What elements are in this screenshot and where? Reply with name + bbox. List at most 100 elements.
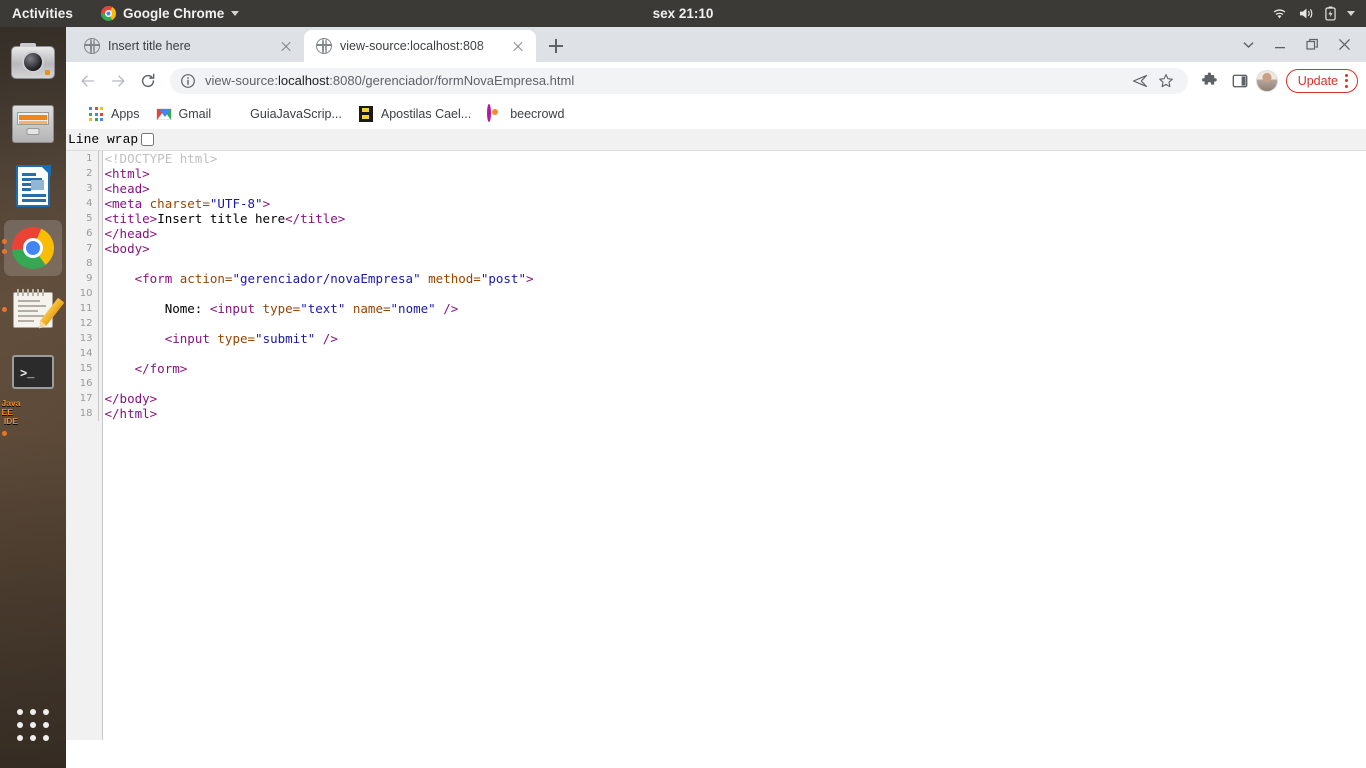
line-content[interactable]: <form action="gerenciador/novaEmpresa" m…: [98, 271, 534, 286]
running-indicator-dot: [2, 249, 7, 254]
new-tab-button[interactable]: [542, 32, 570, 60]
reload-button[interactable]: [134, 67, 162, 95]
line-number: 1: [66, 151, 99, 166]
line-content[interactable]: </body>: [98, 391, 534, 406]
bookmark-gmail[interactable]: Gmail: [148, 103, 220, 125]
info-circle-icon[interactable]: [180, 73, 196, 89]
line-content[interactable]: <meta charset="UTF-8">: [98, 196, 534, 211]
token-tag: </form>: [134, 361, 188, 376]
line-content[interactable]: Nome: <input type="text" name="nome" />: [98, 301, 534, 316]
screen: Activities Google Chrome sex 21:10 >_ Ja…: [0, 0, 1366, 768]
browser-toolbar: view-source:localhost:8080/gerenciador/f…: [66, 62, 1366, 99]
dock-item-files[interactable]: [0, 93, 66, 155]
bookmark-beecrowd[interactable]: beecrowd: [479, 103, 572, 125]
line-content[interactable]: [98, 256, 534, 271]
line-content[interactable]: <html>: [98, 166, 534, 181]
forward-button[interactable]: [104, 67, 132, 95]
source-line: 13 <input type="submit" />: [66, 331, 534, 346]
globe-icon: [316, 38, 332, 54]
profile-avatar[interactable]: [1255, 69, 1278, 92]
share-icon[interactable]: [1128, 69, 1152, 93]
source-line: 4 <meta charset="UTF-8">: [66, 196, 534, 211]
dock-item-eclipse-java-ee-ide[interactable]: Java EE IDE: [0, 398, 66, 465]
url-rest: :8080/gerenciador/formNovaEmpresa.html: [329, 73, 575, 88]
line-wrap-label: Line wrap: [68, 132, 139, 147]
three-dot-menu-icon[interactable]: [1345, 73, 1348, 88]
token-attr: charset=: [149, 196, 210, 211]
line-content[interactable]: <body>: [98, 241, 534, 256]
line-content[interactable]: <!DOCTYPE html>: [98, 151, 534, 166]
dock-item-libreoffice-writer[interactable]: [0, 155, 66, 217]
system-tray[interactable]: [1272, 6, 1355, 21]
bookmark-star-icon[interactable]: [1154, 69, 1178, 93]
tab-insert-title-here[interactable]: Insert title here: [72, 30, 304, 62]
extensions-puzzle-icon[interactable]: [1196, 67, 1224, 95]
chrome-window: Insert title here view-source:localhost:…: [66, 27, 1366, 768]
minimize-window-button[interactable]: [1264, 29, 1296, 61]
volume-icon: [1298, 7, 1314, 20]
window-controls: [1232, 27, 1366, 62]
dock-item-terminal[interactable]: >_: [0, 341, 66, 403]
running-indicator-dot: [2, 239, 7, 244]
close-window-button[interactable]: [1328, 29, 1360, 61]
line-content[interactable]: </html>: [98, 406, 534, 421]
line-number: 18: [66, 406, 99, 421]
line-content[interactable]: [98, 316, 534, 331]
notepad-pencil-icon: [11, 288, 65, 332]
line-content[interactable]: <input type="submit" />: [98, 331, 534, 346]
token-tag: </head>: [104, 226, 158, 241]
tab-strip: Insert title here view-source:localhost:…: [66, 27, 1366, 62]
bookmark-apps[interactable]: Apps: [80, 103, 148, 125]
bookmark-label: Apps: [111, 107, 140, 121]
token-tag: >: [262, 196, 271, 211]
line-content[interactable]: [98, 376, 534, 391]
dock-item-camera[interactable]: [0, 31, 66, 93]
line-number: 2: [66, 166, 99, 181]
token-val: "UTF-8": [209, 196, 263, 211]
line-content[interactable]: <head>: [98, 181, 534, 196]
guia-javascript-icon: [227, 106, 243, 122]
dock-item-text-editor[interactable]: [0, 279, 66, 341]
close-tab-icon[interactable]: [278, 38, 294, 54]
tab-search-chevron-icon[interactable]: [1232, 29, 1264, 61]
activities-button[interactable]: Activities: [12, 6, 73, 21]
line-content[interactable]: <title>Insert title here</title>: [98, 211, 534, 226]
line-content[interactable]: [98, 286, 534, 301]
maximize-window-button[interactable]: [1296, 29, 1328, 61]
line-number: 15: [66, 361, 99, 376]
line-content[interactable]: [98, 346, 534, 361]
source-line: 11 Nome: <input type="text" name="nome" …: [66, 301, 534, 316]
ubuntu-dock: >_ Java EE IDE: [0, 27, 66, 768]
close-tab-icon[interactable]: [510, 38, 526, 54]
bookmark-apostilas-caelum[interactable]: Apostilas Cael...: [350, 103, 479, 125]
chevron-down-icon: [231, 11, 240, 16]
bookmark-guia-javascript[interactable]: GuiaJavaScrip...: [219, 103, 350, 125]
tab-view-source[interactable]: view-source:localhost:808: [304, 30, 536, 62]
source-line: 1 <!DOCTYPE html>: [66, 151, 534, 166]
address-bar-url: view-source:localhost:8080/gerenciador/f…: [205, 73, 574, 88]
app-menu-google-chrome[interactable]: Google Chrome: [101, 6, 240, 21]
bookmark-label: GuiaJavaScrip...: [250, 107, 342, 121]
running-indicator-dot: [2, 431, 7, 436]
line-content[interactable]: </head>: [98, 226, 534, 241]
show-applications-button[interactable]: [0, 700, 66, 750]
line-content[interactable]: </form>: [98, 361, 534, 376]
file-cabinet-icon: [11, 102, 55, 146]
side-panel-icon[interactable]: [1226, 67, 1254, 95]
token-tag: <input: [164, 331, 218, 346]
back-button[interactable]: [74, 67, 102, 95]
system-menu-caret-icon[interactable]: [1347, 11, 1355, 16]
terminal-icon: >_: [11, 350, 55, 394]
token-tag: </title>: [285, 211, 346, 226]
update-button[interactable]: Update: [1285, 68, 1358, 93]
camera-icon: [11, 40, 55, 84]
line-wrap-checkbox[interactable]: [141, 133, 155, 146]
address-bar[interactable]: view-source:localhost:8080/gerenciador/f…: [170, 67, 1188, 94]
tab-title: Insert title here: [108, 39, 191, 53]
source-line: 9 <form action="gerenciador/novaEmpresa"…: [66, 271, 534, 286]
token-tag: <title>: [104, 211, 158, 226]
dock-item-google-chrome[interactable]: [0, 217, 66, 279]
url-host: localhost: [277, 73, 330, 88]
